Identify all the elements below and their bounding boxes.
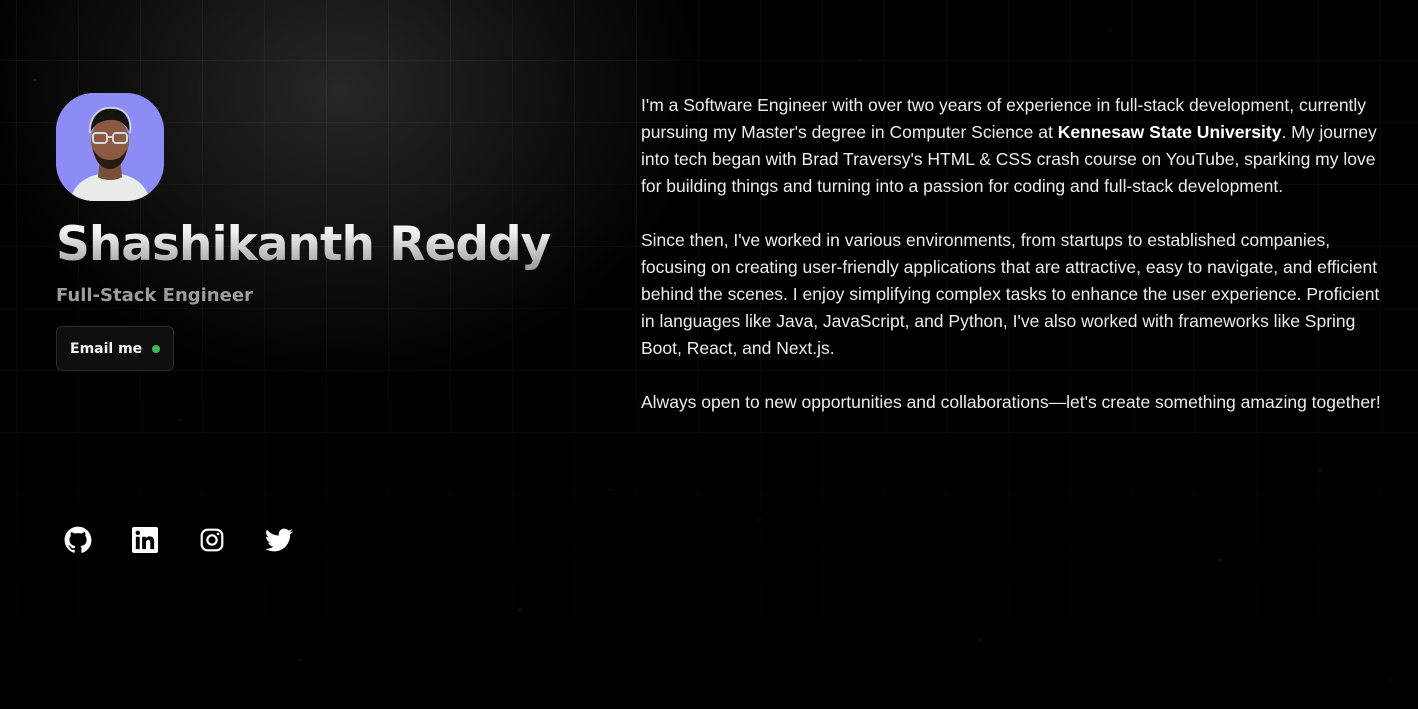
email-button[interactable]: Email me	[56, 326, 175, 371]
about-paragraph: I'm a Software Engineer with over two ye…	[641, 92, 1381, 200]
avatar	[56, 93, 164, 201]
social-links	[64, 525, 293, 555]
twitter-icon	[265, 528, 293, 552]
twitter-link[interactable]	[265, 525, 293, 555]
university-name: Kennesaw State University	[1057, 122, 1282, 142]
linkedin-icon	[132, 527, 158, 553]
avatar-photo	[56, 93, 164, 201]
about-paragraph: Always open to new opportunities and col…	[641, 392, 1381, 412]
about-paragraph: Since then, I've worked in various envir…	[641, 230, 1380, 358]
hero-section: Shashikanth Reddy Full-Stack Engineer Em…	[56, 93, 576, 371]
job-title: Full-Stack Engineer	[56, 285, 253, 306]
github-link[interactable]	[64, 525, 92, 555]
about-section: I'm a Software Engineer with over two ye…	[641, 92, 1381, 443]
instagram-link[interactable]	[198, 525, 226, 555]
instagram-icon	[200, 528, 224, 552]
status-dot-icon	[152, 344, 161, 353]
email-button-label: Email me	[70, 340, 143, 357]
github-icon	[64, 526, 92, 553]
linkedin-link[interactable]	[131, 525, 159, 555]
page-title: Shashikanth Reddy	[56, 217, 576, 273]
